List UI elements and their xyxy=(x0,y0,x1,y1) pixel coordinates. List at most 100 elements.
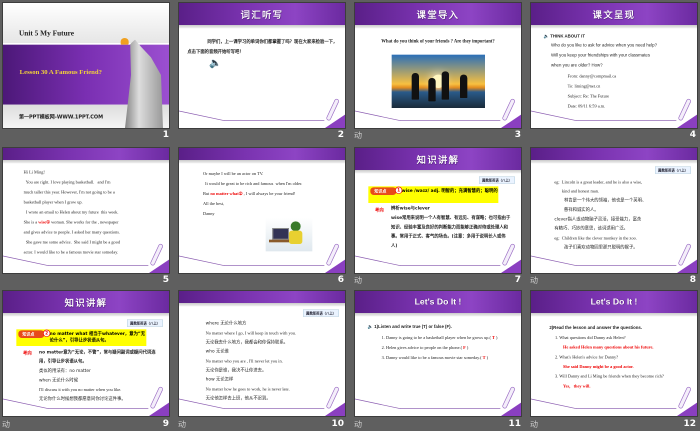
lesson-title: Lesson 30 A Famous Friend? xyxy=(19,68,102,76)
unit-title: Unit 5 My Future xyxy=(18,28,75,38)
question-item: 2. What's Helen's advice for Danny? xyxy=(554,354,619,360)
question-text: What do you think of your friends ? Are … xyxy=(381,38,495,44)
speaker-icon[interactable]: 🔈 xyxy=(209,57,221,69)
text-line: All the best, xyxy=(202,200,225,206)
text-line: It would be great to be rich and famous … xyxy=(202,180,303,186)
text-line: how 无论怎样 xyxy=(205,376,234,382)
slide-header xyxy=(179,291,345,307)
friends-jumping-image xyxy=(391,54,485,108)
slide-header xyxy=(3,148,169,164)
slide-thumbnail-11[interactable]: Let's Do It ! 🔈 1)Listen and write true … xyxy=(355,291,521,416)
slide-footer xyxy=(531,98,697,128)
text-line: when 无论什么时候 xyxy=(38,377,79,383)
slide-number: 12 xyxy=(683,419,696,429)
knowledge-point-tag: 知识点 xyxy=(18,330,45,338)
exercise-item: 2. Helen gives advice to people on the p… xyxy=(381,344,469,350)
slide-footer xyxy=(179,243,345,273)
slide-number: 10 xyxy=(331,419,344,429)
exercise-heading: 🔈 1)Listen and write true (T) or false (… xyxy=(367,323,452,329)
answer: He asked Helen many questions about his … xyxy=(562,344,654,350)
slide-title: Let's Do It ! xyxy=(414,296,462,307)
text-line: eg: Lincoln is a great leader, and he is… xyxy=(554,179,643,185)
site-text: 第一PPT模板网-WWW.1PPT.COM xyxy=(18,113,104,120)
slide-thumbnail-9[interactable]: 知识讲解 冀教版英语（八上） no matter what 相当于whateve… xyxy=(3,291,169,416)
email-to: To: liming@net.cn xyxy=(567,83,601,89)
animation-icon[interactable]: 动 xyxy=(178,419,186,430)
exercise-heading: 2)Read the lesson and answer the questio… xyxy=(549,324,643,330)
slide-number: 9 xyxy=(162,419,169,429)
slide-thumbnail-6[interactable]: Or maybe I will be an actor on TV. It wo… xyxy=(179,148,345,273)
text-line: 无论你是谁，我决不让你进去。 xyxy=(205,367,267,373)
slide-thumbnail-3[interactable]: 课堂导入 What do you think of your friends ?… xyxy=(355,3,521,128)
slide-footer xyxy=(179,386,345,416)
question-line: when you are older? How? xyxy=(550,62,603,68)
answer: F xyxy=(463,344,466,350)
animation-icon[interactable]: 动 xyxy=(2,419,10,430)
speaker-icon[interactable]: 🔈 xyxy=(368,324,373,329)
slide-thumbnail-1[interactable]: Unit 5 My Future Lesson 30 A Famous Frie… xyxy=(3,3,169,128)
text-line: Or maybe I will be an actor on TV. xyxy=(202,170,264,176)
highlight-wise: wise① xyxy=(38,219,51,225)
textbook-badge: 冀教版英语（八上） xyxy=(478,176,515,184)
slide-footer xyxy=(3,243,169,273)
text-line: She gave me some advice. She said I migh… xyxy=(23,239,121,245)
explanation-text: no matter意为“无论，不管”，常与疑问副词或疑问代词连用，引导让步状语从… xyxy=(38,349,156,364)
exam-focus-label: 考向 xyxy=(22,350,32,356)
slide-footer xyxy=(531,243,697,273)
heading-text: 辨析wise与clever xyxy=(390,205,430,211)
slide-header xyxy=(179,148,345,164)
knowledge-point-number: 1 xyxy=(394,186,403,194)
slide-footer xyxy=(531,386,697,416)
question-item: 3. Will Danny and Li Ming be friends whe… xyxy=(554,373,664,379)
text-line: 无论我去什么地方，我都会和你保持联系。 xyxy=(205,339,289,345)
text-line: 慈祥和诚实的人。 xyxy=(554,207,599,213)
text-line: eg: Children like the clever monkey in t… xyxy=(554,235,637,241)
instruction-text: 同学们，上一课学习的单词你们都掌握了吗？现在大家来检验一下，点击下面的音频开始听… xyxy=(187,39,338,55)
text-line: No matter where I go, I will keep in tou… xyxy=(205,330,297,336)
slide-number: 5 xyxy=(162,275,169,285)
text-line: No matter who you are , I'll never let y… xyxy=(205,358,283,364)
text-line: who 无论谁 xyxy=(205,348,229,354)
slide-thumbnail-5[interactable]: Hi Li Ming! You are right. I love playin… xyxy=(3,148,169,273)
slide-thumbnail-7[interactable]: 知识讲解 冀教版英语（八上） wise /waɪz/ adj. 明智的；充满智慧… xyxy=(355,148,521,273)
text-line: much taller this year. However, I'm not … xyxy=(23,189,115,195)
slide-title: Let's Do It ! xyxy=(590,296,638,307)
text-line: kind and honest man. xyxy=(554,188,599,194)
slide-thumbnail-4[interactable]: 课文呈现 🔈 THINK ABOUT IT Who do you like to… xyxy=(531,3,697,128)
question-line: Will you keep your friendships with your… xyxy=(550,52,650,58)
exam-focus-label: 考向 xyxy=(374,207,384,213)
answer: T xyxy=(482,354,486,360)
slide-thumbnail-2[interactable]: 词汇听写 同学们，上一课学习的单词你们都掌握了吗？现在大家来检验一下，点击下面的… xyxy=(179,3,345,128)
slide-footer xyxy=(355,98,521,128)
animation-icon[interactable]: 动 xyxy=(530,275,538,286)
slide-number: 6 xyxy=(337,275,344,285)
text-line: and gives advice to people. I asked her … xyxy=(23,229,121,235)
animation-icon[interactable]: 动 xyxy=(354,275,362,286)
text-line: 林肯是一个伟大的领袖，他也是一个英明、 xyxy=(554,197,647,203)
slide-number: 4 xyxy=(689,130,696,140)
slide-footer xyxy=(355,386,521,416)
slide-title: 知识讲解 xyxy=(64,297,108,309)
answer: Yes, they will. xyxy=(562,383,591,389)
email-from: From: danny@compmail.ca xyxy=(567,73,617,79)
slide-number: 1 xyxy=(162,130,169,140)
text-line: 有精巧、巧妙的意思，该词适用广泛。 xyxy=(554,225,629,231)
text-line: 类似的用法有：no matter xyxy=(38,368,91,374)
slide-header xyxy=(531,148,697,164)
animation-icon[interactable]: 动 xyxy=(530,419,538,430)
slide-thumbnail-12[interactable]: Let's Do It ! 2)Read the lesson and answ… xyxy=(531,291,697,416)
slide-title: 知识讲解 xyxy=(416,154,460,166)
textbook-badge: 冀教版英语（八上） xyxy=(302,309,339,317)
text-line: where 无论什么地方 xyxy=(205,320,247,326)
animation-icon[interactable]: 动 xyxy=(354,130,362,141)
speaker-icon[interactable]: 🔈 xyxy=(544,34,549,39)
slide-thumbnail-8[interactable]: 冀教版英语（八上） eg: Lincoln is a great leader,… xyxy=(531,148,697,273)
slide-thumbnail-10[interactable]: 冀教版英语（八上） where 无论什么地方 No matter where I… xyxy=(179,291,345,416)
knowledge-point-tag: 知识点 xyxy=(370,187,397,195)
heading-text: THINK ABOUT IT xyxy=(550,33,586,39)
text-line: Hi Li Ming! xyxy=(23,169,45,175)
exercise-item: 1. Danny is going to be a basketball pla… xyxy=(381,334,498,340)
slide-number: 11 xyxy=(508,419,521,429)
email-subject: Subject: Re: The Future xyxy=(567,93,610,99)
animation-icon[interactable]: 动 xyxy=(354,419,362,430)
